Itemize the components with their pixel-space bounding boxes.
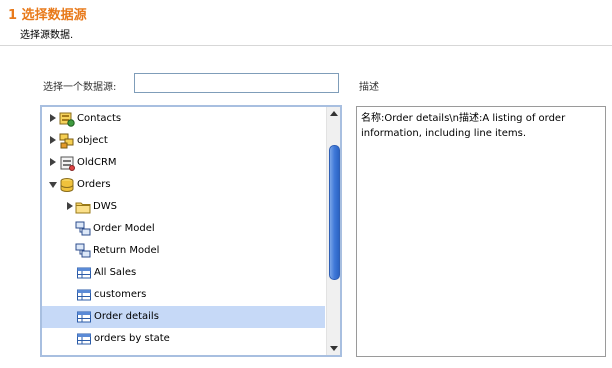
datasource-label: 选择一个数据源: bbox=[43, 82, 117, 93]
tree-item-oldcrm[interactable]: OldCRM bbox=[42, 152, 325, 174]
tree-item-label: Return Model bbox=[93, 245, 160, 256]
database-cylinder-icon bbox=[59, 177, 75, 193]
scroll-track[interactable] bbox=[327, 120, 340, 342]
tree-item-label: orders by state bbox=[94, 333, 170, 344]
datasource-input[interactable] bbox=[134, 73, 339, 93]
folder-icon bbox=[75, 199, 91, 215]
expand-arrow-icon[interactable] bbox=[50, 114, 56, 122]
page-title: 1 选择数据源 bbox=[8, 8, 87, 23]
tree-item-dws[interactable]: DWS bbox=[42, 196, 325, 218]
collapse-arrow-icon[interactable] bbox=[49, 182, 57, 188]
table-icon bbox=[76, 309, 92, 325]
datasource-tree-panel: Contacts object OldCRM Orders DWS Order … bbox=[40, 105, 342, 357]
model-icon bbox=[75, 243, 91, 259]
expand-arrow-icon[interactable] bbox=[67, 202, 73, 210]
tree-item-label: Order Model bbox=[93, 223, 155, 234]
expand-arrow-icon[interactable] bbox=[50, 158, 56, 166]
tree-item-label: Contacts bbox=[77, 113, 122, 124]
tree-item-customers[interactable]: customers bbox=[42, 284, 325, 306]
tree-item-label: Order details bbox=[94, 311, 159, 322]
tree-item-contacts[interactable]: Contacts bbox=[42, 108, 325, 130]
object-model-icon bbox=[59, 133, 75, 149]
scroll-thumb[interactable] bbox=[329, 145, 340, 280]
arrow-down-icon bbox=[330, 346, 338, 351]
table-icon bbox=[76, 287, 92, 303]
tree-item-label: DWS bbox=[93, 201, 117, 212]
model-icon bbox=[75, 221, 91, 237]
page-subtitle: 选择源数据. bbox=[20, 30, 74, 41]
tree-item-label: OldCRM bbox=[77, 157, 117, 168]
arrow-up-icon bbox=[330, 111, 338, 116]
table-icon bbox=[76, 331, 92, 347]
tree-item-order-model[interactable]: Order Model bbox=[42, 218, 325, 240]
table-icon bbox=[76, 265, 92, 281]
scroll-down-button[interactable] bbox=[327, 342, 340, 355]
database-icon bbox=[59, 155, 75, 171]
datasource-icon bbox=[59, 111, 75, 127]
tree-item-orders[interactable]: Orders bbox=[42, 174, 325, 196]
tree-item-label: object bbox=[77, 135, 108, 146]
tree-item-return-model[interactable]: Return Model bbox=[42, 240, 325, 262]
tree-item-label: All Sales bbox=[94, 267, 137, 278]
expand-arrow-icon[interactable] bbox=[50, 136, 56, 144]
tree-item-orders-by-state[interactable]: orders by state bbox=[42, 328, 325, 350]
tree-item-object[interactable]: object bbox=[42, 130, 325, 152]
description-text: 名称:Order details\n描述:A listing of order … bbox=[356, 106, 606, 357]
datasource-tree[interactable]: Contacts object OldCRM Orders DWS Order … bbox=[42, 107, 325, 355]
scroll-up-button[interactable] bbox=[327, 107, 340, 120]
wizard-header: 1 选择数据源 选择源数据. bbox=[0, 0, 612, 46]
description-label: 描述 bbox=[359, 82, 379, 93]
tree-item-order-details[interactable]: Order details bbox=[42, 306, 325, 328]
tree-item-all-sales[interactable]: All Sales bbox=[42, 262, 325, 284]
tree-item-label: Orders bbox=[77, 179, 111, 190]
tree-vertical-scrollbar[interactable] bbox=[326, 107, 340, 355]
tree-item-label: customers bbox=[94, 289, 147, 300]
